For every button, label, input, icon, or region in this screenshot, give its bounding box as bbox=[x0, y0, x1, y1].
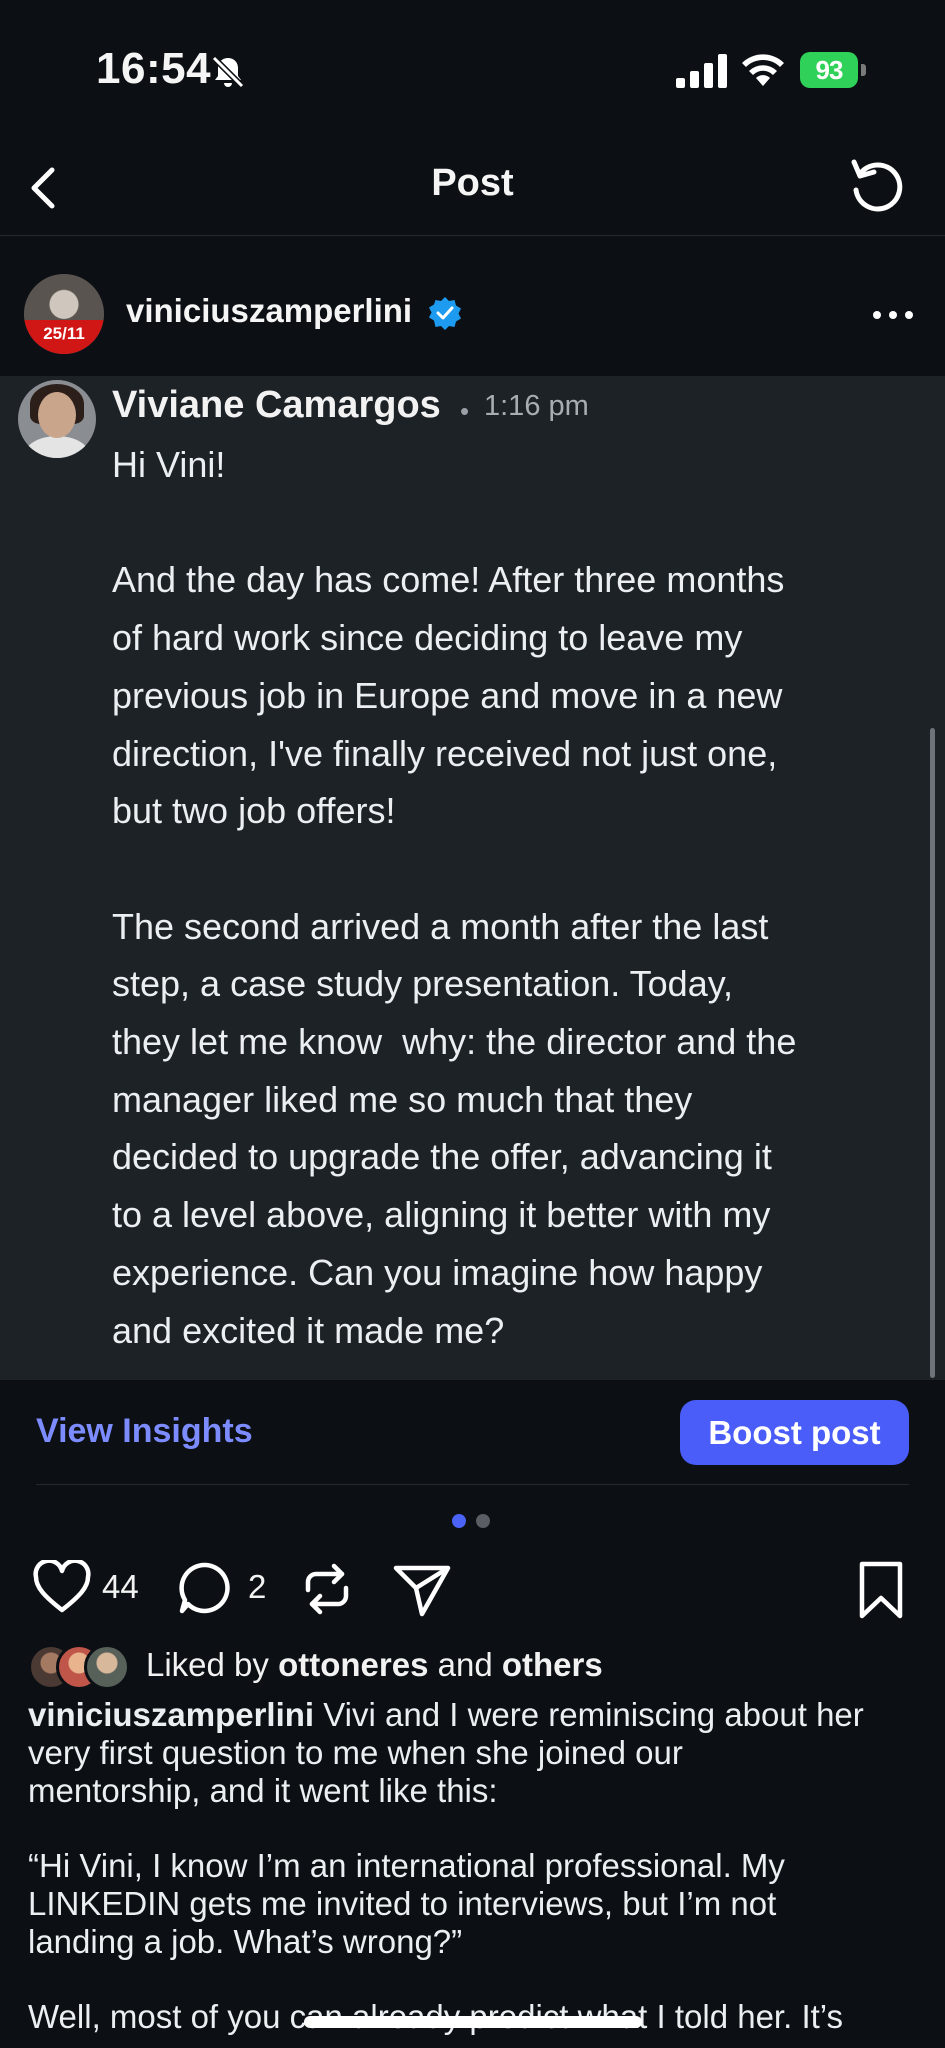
carousel-dot bbox=[476, 1514, 490, 1528]
divider bbox=[36, 1484, 909, 1485]
repost-icon[interactable] bbox=[298, 1560, 356, 1618]
bell-off-icon bbox=[211, 55, 245, 89]
caption-username[interactable]: viniciuszamperlini bbox=[28, 1696, 314, 1733]
battery-tip bbox=[861, 64, 866, 76]
refresh-icon[interactable] bbox=[844, 154, 910, 220]
insights-row: View Insights Boost post bbox=[0, 1380, 945, 1486]
home-indicator bbox=[304, 2016, 642, 2028]
like-count: 44 bbox=[102, 1568, 139, 1605]
action-bar: 44 2 bbox=[0, 1550, 945, 1626]
comment-icon[interactable] bbox=[178, 1560, 234, 1616]
liked-by-others[interactable]: others bbox=[502, 1646, 603, 1683]
boost-post-button[interactable]: Boost post bbox=[680, 1400, 909, 1465]
post-image[interactable]: Viviane Camargos • 1:16 pm Hi Vini! And … bbox=[0, 376, 945, 1380]
author-username[interactable]: viniciuszamperlini bbox=[126, 292, 412, 330]
more-options-icon[interactable] bbox=[868, 300, 918, 330]
embedded-timestamp: 1:16 pm bbox=[484, 390, 589, 422]
carousel-dot-active bbox=[452, 1514, 466, 1528]
liker-avatar bbox=[84, 1644, 130, 1690]
avatar-badge: 25/11 bbox=[24, 320, 104, 354]
status-bar: 16:54 93 bbox=[0, 0, 945, 140]
comment-count: 2 bbox=[248, 1568, 267, 1605]
send-icon[interactable] bbox=[392, 1560, 452, 1618]
battery-icon: 93 bbox=[800, 52, 866, 88]
avatar[interactable]: 25/11 bbox=[24, 274, 104, 354]
top-nav: Post bbox=[0, 140, 945, 236]
liked-by-connector: and bbox=[437, 1646, 493, 1683]
carousel-indicator bbox=[452, 1514, 492, 1530]
post-header: 25/11 viniciuszamperlini bbox=[0, 236, 945, 376]
caption-text: Vivi and I were reminiscing about her ve… bbox=[28, 1696, 864, 2036]
embedded-scrollbar bbox=[930, 728, 935, 1378]
embedded-avatar bbox=[18, 380, 96, 458]
liked-by-user[interactable]: ottoneres bbox=[278, 1646, 428, 1683]
post-caption: viniciuszamperlini Vivi and I were remin… bbox=[28, 1696, 918, 2036]
embedded-author-name: Viviane Camargos bbox=[112, 384, 441, 426]
liked-by-text: Liked by ottoneres and others bbox=[146, 1646, 603, 1684]
verified-badge-icon bbox=[429, 297, 461, 330]
liked-by-prefix: Liked by bbox=[146, 1646, 269, 1683]
liked-by-row[interactable]: Liked by ottoneres and others bbox=[28, 1640, 928, 1696]
signal-icon bbox=[676, 54, 727, 88]
embedded-separator: • bbox=[460, 396, 470, 426]
bookmark-icon[interactable] bbox=[856, 1560, 906, 1620]
page-title: Post bbox=[431, 162, 514, 204]
heart-icon[interactable] bbox=[32, 1560, 92, 1616]
wifi-icon bbox=[742, 54, 784, 86]
battery-level: 93 bbox=[800, 52, 858, 88]
status-time: 16:54 bbox=[96, 44, 212, 93]
view-insights-link[interactable]: View Insights bbox=[36, 1412, 253, 1451]
embedded-message-body: Hi Vini! And the day has come! After thr… bbox=[112, 444, 797, 1351]
